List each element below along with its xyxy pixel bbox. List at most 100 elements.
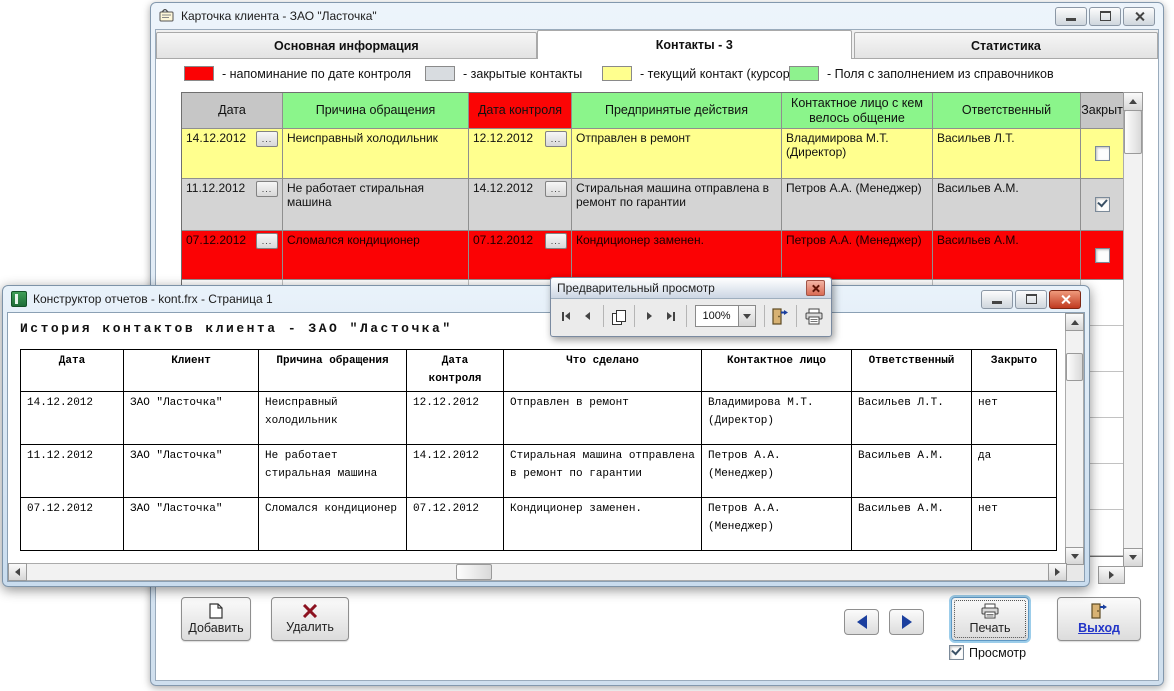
legend-reference-swatch — [789, 66, 819, 81]
tab-main-info[interactable]: Основная информация — [156, 32, 537, 58]
delete-button[interactable]: Удалить — [271, 597, 349, 641]
right-arrow-icon — [902, 615, 912, 629]
report-cell: 14.12.2012 — [407, 445, 504, 498]
date-picker-button[interactable]: ... — [256, 131, 278, 147]
report-minimize-button[interactable] — [981, 290, 1013, 309]
close-icon — [1134, 12, 1145, 21]
date-picker-button[interactable]: ... — [256, 181, 278, 197]
preview-toolbar-window: Предварительный просмотр 100% — [550, 277, 832, 337]
tab-contacts[interactable]: Контакты - 3 — [537, 30, 852, 59]
report-restore-button[interactable] — [1015, 290, 1047, 309]
close-preview-button[interactable] — [770, 305, 790, 327]
report-page: История контактов клиента - ЗАО "Ласточк… — [7, 312, 1085, 582]
grid-scroll-right-button[interactable] — [1098, 566, 1125, 584]
report-cell: Неисправный холодильник — [259, 392, 407, 445]
date-value: 12.12.2012 — [473, 131, 533, 145]
cell-contact: Петров А.А. (Менеджер) — [782, 231, 933, 280]
zoom-combobox[interactable]: 100% — [695, 305, 756, 327]
right-arrow-icon — [1109, 571, 1114, 579]
report-col-responsible: Ответственный — [852, 350, 972, 392]
grid-vertical-scrollbar[interactable] — [1123, 92, 1143, 567]
date-picker-button[interactable]: ... — [545, 181, 567, 197]
down-arrow-icon — [1071, 554, 1079, 559]
report-row: 11.12.2012 ЗАО "Ласточка" Не работает ст… — [21, 445, 1057, 498]
date-picker-button[interactable]: ... — [256, 233, 278, 249]
report-scroll-right-button[interactable] — [1048, 563, 1067, 581]
column-header-actions: Предпринятые действия — [572, 93, 782, 129]
next-record-button[interactable] — [889, 609, 924, 635]
left-arrow-icon — [585, 312, 590, 320]
report-titlebar[interactable]: Конструктор отчетов - kont.frx - Страниц… — [3, 286, 1089, 312]
grid-scroll-thumb[interactable] — [1124, 110, 1142, 154]
grid-scroll-up-button[interactable] — [1123, 92, 1143, 111]
zoom-value: 100% — [696, 310, 738, 322]
closed-checkbox[interactable] — [1095, 146, 1110, 161]
tabstrip: Основная информация Контакты - 3 Статист… — [156, 30, 1158, 59]
left-arrow-icon — [857, 615, 867, 629]
restore-icon — [1026, 294, 1037, 304]
legend-reference: - Поля с заполнением из справочников — [789, 66, 1054, 81]
print-button[interactable]: Печать — [951, 597, 1029, 641]
zoom-dropdown-button[interactable] — [738, 306, 755, 326]
legend-reminder-label: - напоминание по дате контроля — [222, 67, 411, 81]
report-col-date: Дата — [21, 350, 124, 392]
legend-closed-label: - закрытые контакты — [463, 67, 582, 81]
cell-control-date: 07.12.2012 ... — [469, 231, 572, 280]
date-picker-button[interactable]: ... — [545, 131, 567, 147]
preview-titlebar[interactable]: Предварительный просмотр — [551, 278, 831, 299]
up-arrow-icon — [1129, 99, 1137, 104]
date-picker-button[interactable]: ... — [545, 233, 567, 249]
page-list-button[interactable] — [609, 305, 627, 327]
exit-button[interactable]: Выход — [1057, 597, 1141, 641]
report-cell: 11.12.2012 — [21, 445, 124, 498]
cell-reason: Не работает стиральная машина — [283, 179, 469, 231]
separator — [686, 305, 687, 327]
report-scroll-up-button[interactable] — [1065, 313, 1084, 331]
right-arrow-icon — [647, 312, 652, 320]
resize-grip[interactable] — [1067, 565, 1084, 581]
report-vscroll-thumb[interactable] — [1066, 353, 1083, 381]
minimize-icon — [992, 301, 1002, 304]
last-page-button[interactable] — [662, 305, 680, 327]
report-col-closed: Закрыто — [972, 350, 1057, 392]
report-cell: Владимирова М.Т. (Директор) — [702, 392, 852, 445]
closed-checkbox[interactable] — [1095, 248, 1110, 263]
prev-record-button[interactable] — [844, 609, 879, 635]
report-scroll-down-button[interactable] — [1065, 547, 1084, 565]
report-hscroll-thumb[interactable] — [456, 564, 492, 580]
cell-date: 07.12.2012 ... — [182, 231, 283, 280]
print-report-button[interactable] — [803, 305, 825, 327]
next-page-button[interactable] — [640, 305, 658, 327]
maximize-icon — [1100, 11, 1111, 21]
report-cell: нет — [972, 392, 1057, 445]
closed-checkbox[interactable] — [1095, 197, 1110, 212]
report-cell: Сломался кондиционер — [259, 498, 407, 551]
close-button[interactable] — [1123, 7, 1155, 26]
new-document-icon — [209, 603, 223, 619]
report-cell: Васильев А.М. — [852, 445, 972, 498]
report-cell: 07.12.2012 — [21, 498, 124, 551]
report-cell: Не работает стиральная машина — [259, 445, 407, 498]
legend-closed-swatch — [425, 66, 455, 81]
prev-page-button[interactable] — [578, 305, 596, 327]
client-card-titlebar[interactable]: Карточка клиента - ЗАО "Ласточка" — [151, 3, 1163, 29]
printer-icon — [804, 308, 824, 325]
preview-window-title: Предварительный просмотр — [557, 281, 715, 295]
report-vertical-scrollbar[interactable] — [1065, 313, 1084, 565]
preview-close-button[interactable] — [806, 280, 825, 296]
add-button[interactable]: Добавить — [181, 597, 251, 641]
cell-date: 11.12.2012 ... — [182, 179, 283, 231]
maximize-button[interactable] — [1089, 7, 1121, 26]
report-horizontal-scrollbar[interactable] — [8, 563, 1067, 581]
report-cell: да — [972, 445, 1057, 498]
grid-scroll-down-button[interactable] — [1123, 548, 1143, 567]
tab-statistics[interactable]: Статистика — [854, 32, 1158, 58]
report-cell: 12.12.2012 — [407, 392, 504, 445]
minimize-button[interactable] — [1055, 7, 1087, 26]
report-close-button[interactable] — [1049, 290, 1081, 309]
report-col-client: Клиент — [124, 350, 259, 392]
preview-checkbox[interactable] — [949, 645, 964, 660]
report-cell: ЗАО "Ласточка" — [124, 498, 259, 551]
report-scroll-left-button[interactable] — [8, 563, 27, 581]
first-page-button[interactable] — [557, 305, 575, 327]
